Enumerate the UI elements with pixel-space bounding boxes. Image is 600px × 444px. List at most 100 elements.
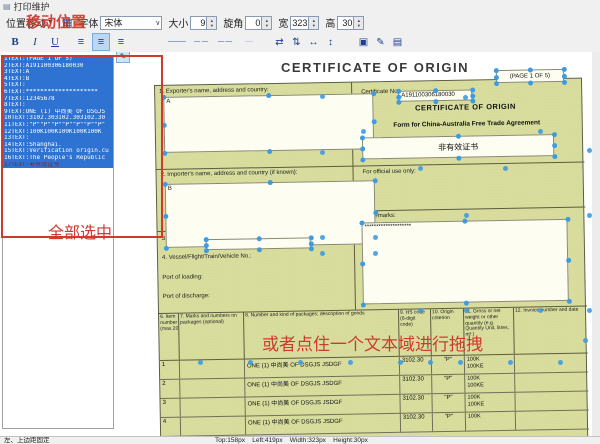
selection-handle[interactable] <box>161 95 166 100</box>
italic-button[interactable]: I <box>26 33 44 51</box>
selection-handle[interactable] <box>266 93 271 98</box>
width-spinner[interactable]: 323 ▲▼ <box>290 16 319 30</box>
selection-handle[interactable] <box>462 219 467 224</box>
align-center-button[interactable]: ≡ <box>92 33 110 51</box>
selection-handle[interactable] <box>552 132 557 137</box>
exporter-field[interactable]: A <box>163 93 374 153</box>
selection-handle[interactable] <box>396 94 401 99</box>
cell-invoice[interactable] <box>515 392 588 411</box>
selection-handle[interactable] <box>494 75 499 80</box>
list-item[interactable]: 11TEXT:"P""P""P""P""P""P""P" <box>3 122 113 129</box>
layout-icon[interactable]: ▤ <box>390 35 405 50</box>
page-number-field[interactable]: (PAGE 1 OF 5) <box>496 69 564 83</box>
selection-handle[interactable] <box>309 241 314 246</box>
selection-handle[interactable] <box>552 154 557 159</box>
selection-handle[interactable] <box>163 214 168 219</box>
selection-handle[interactable] <box>360 157 365 162</box>
selection-handle[interactable] <box>163 182 168 187</box>
selection-handle[interactable] <box>567 299 572 304</box>
selection-handle[interactable] <box>562 80 567 85</box>
cell-item-no[interactable]: 2 <box>160 380 180 398</box>
cell-marks[interactable] <box>181 417 246 436</box>
selection-handle[interactable] <box>360 146 365 151</box>
selection-handle[interactable] <box>204 243 209 248</box>
list-item[interactable]: 17TEXT:非有效证书 <box>3 162 113 169</box>
selection-handle[interactable] <box>360 261 365 266</box>
bold-button[interactable]: B <box>6 33 24 51</box>
cell-desc[interactable]: ONE (1) 中尚美 OF DSGJS JSDGF <box>245 395 400 416</box>
list-item[interactable]: 4TEXT:B <box>3 76 113 83</box>
selection-handle[interactable] <box>470 93 475 98</box>
cell-origin[interactable]: "P" <box>433 413 466 432</box>
underline-button[interactable]: U <box>46 33 64 51</box>
list-item[interactable]: 7TEXT:12345678 <box>3 96 113 103</box>
selection-handle[interactable] <box>359 220 364 225</box>
match-height-icon[interactable]: ⇅ <box>289 35 304 50</box>
cell-marks[interactable] <box>180 360 245 379</box>
selection-handle[interactable] <box>361 302 366 307</box>
selection-handle[interactable] <box>309 246 314 251</box>
selection-handle[interactable] <box>204 237 209 242</box>
cell-qty[interactable]: 100K 100KE <box>465 393 515 412</box>
list-item[interactable]: 9TEXT:ONE (1) 中尚美 OF DSGJS <box>3 109 113 116</box>
spinner-arrows-icon[interactable]: ▲▼ <box>309 16 319 30</box>
selection-handle[interactable] <box>494 81 499 86</box>
cell-origin[interactable]: "P" <box>432 375 465 394</box>
spinner-arrows-icon[interactable]: ▲▼ <box>262 16 272 30</box>
selection-handle[interactable] <box>470 87 475 92</box>
selection-handle[interactable] <box>433 88 438 93</box>
height-value[interactable]: 30 <box>337 16 354 30</box>
cell-desc[interactable]: ONE (1) 中尚美 OF DSGJS JSDGF <box>245 376 400 397</box>
angle-value[interactable]: 0 <box>245 16 262 30</box>
selection-handle[interactable] <box>566 258 571 263</box>
cell-hs[interactable]: 3102.30 <box>400 394 432 413</box>
list-item[interactable]: 5TEXT: <box>3 82 113 89</box>
selection-handle[interactable] <box>373 178 378 183</box>
cell-qty[interactable]: 100K 100KE <box>465 374 515 393</box>
selection-handle[interactable] <box>373 210 378 215</box>
selection-handle[interactable] <box>267 149 272 154</box>
height-spinner[interactable]: 30 ▲▼ <box>337 16 364 30</box>
cell-invoice[interactable] <box>516 411 589 430</box>
cell-hs[interactable]: 3102.30 <box>400 375 432 394</box>
selection-handle[interactable] <box>256 247 261 252</box>
cell-origin[interactable]: "P" <box>432 394 465 413</box>
selection-handle[interactable] <box>372 119 377 124</box>
cell-marks[interactable] <box>180 379 245 398</box>
list-item[interactable]: 16TEXT:The People's Republic <box>3 155 113 162</box>
departure-date-field[interactable] <box>206 237 311 250</box>
line-dotted-button[interactable]: ···· <box>238 35 260 49</box>
chevron-down-icon[interactable]: ∨ <box>155 19 160 27</box>
cell-item-no[interactable]: 1 <box>160 361 180 379</box>
swap-position-icon[interactable]: ⇄ <box>272 35 287 50</box>
selection-handle[interactable] <box>396 89 401 94</box>
selection-handle[interactable] <box>565 217 570 222</box>
list-item[interactable]: 15TEXT:Verification origin.cu <box>3 148 113 155</box>
selection-handle[interactable] <box>268 180 273 185</box>
list-item[interactable]: 1TEXT:(PAGE 1 OF 5) <box>3 56 113 63</box>
cell-hs[interactable]: 3102.30 <box>400 356 432 375</box>
cell-qty[interactable]: 100K <box>466 412 516 431</box>
selection-handle[interactable] <box>494 68 499 73</box>
selection-handle[interactable] <box>562 67 567 72</box>
cell-item-no[interactable]: 4 <box>161 418 181 436</box>
list-item[interactable]: 3TEXT:A <box>3 69 113 76</box>
selection-handle[interactable] <box>396 100 401 105</box>
selection-handle[interactable] <box>456 156 461 161</box>
spinner-arrows-icon[interactable]: ▲▼ <box>354 16 364 30</box>
match-width-icon[interactable]: ↔ <box>306 35 321 50</box>
align-right-button[interactable]: ≡ <box>112 33 130 51</box>
remarks-field[interactable]: ******************** <box>361 219 568 305</box>
font-select[interactable]: 宋体 ∨ <box>100 16 162 30</box>
cell-marks[interactable] <box>180 398 245 417</box>
pen-tool-icon[interactable]: ✎ <box>116 52 130 63</box>
list-item[interactable]: 8TEXT: <box>3 102 113 109</box>
selection-handle[interactable] <box>164 246 169 251</box>
selection-handle[interactable] <box>309 235 314 240</box>
selection-handle[interactable] <box>162 151 167 156</box>
selection-handle[interactable] <box>528 80 533 85</box>
width-value[interactable]: 323 <box>290 16 309 30</box>
list-item[interactable]: 2TEXT:A191100306180030 <box>3 63 113 70</box>
cell-invoice[interactable] <box>515 373 588 392</box>
list-item[interactable]: 12TEXT:100K100K100K100K100K <box>3 129 113 136</box>
